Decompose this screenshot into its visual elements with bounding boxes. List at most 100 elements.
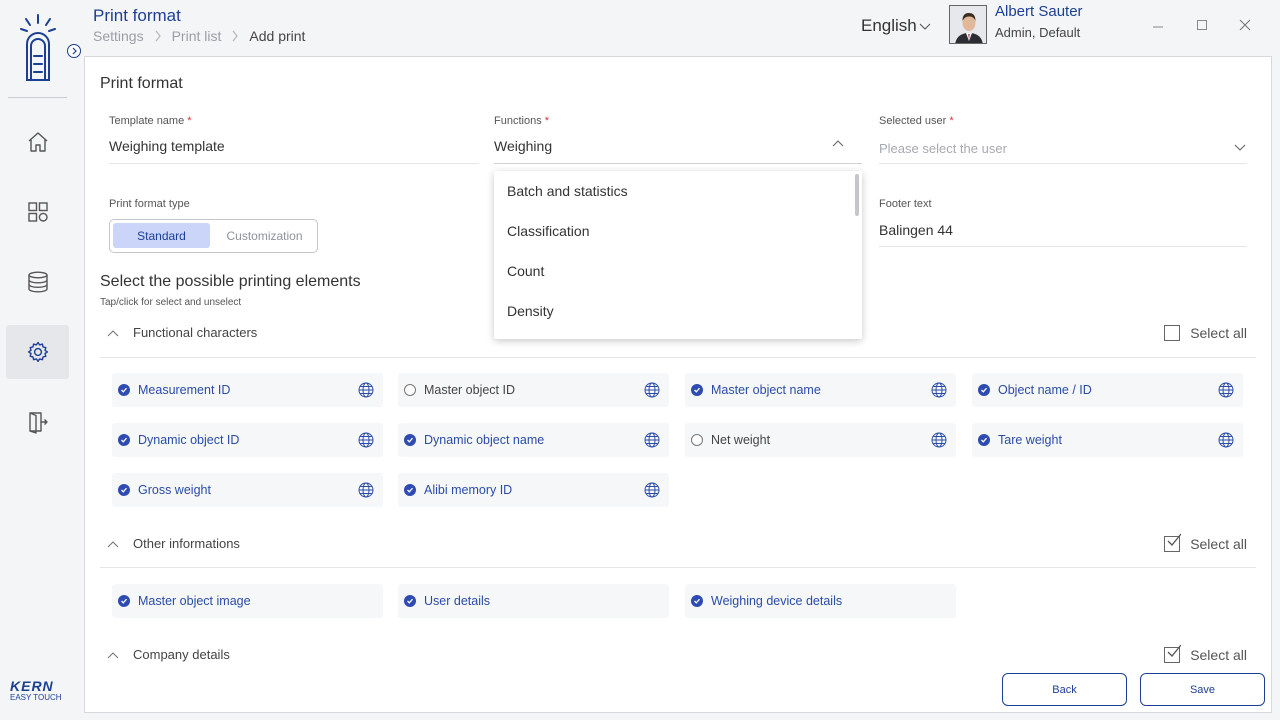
element-chip-label: Gross weight [138,483,211,497]
functions-underline [494,163,862,164]
template-name-input[interactable]: Weighing template [109,138,225,154]
translate-globe-icon[interactable] [357,381,375,399]
element-chip-object-name-id[interactable]: Object name / ID [972,373,1243,407]
brand-subtitle: EASY TOUCH [10,693,62,702]
element-chip-label: User details [424,594,490,608]
select-all-checkbox[interactable] [1164,325,1181,341]
group-header-other-informations[interactable]: Other informations [107,536,240,551]
breadcrumb-print-list[interactable]: Print list [172,28,222,44]
element-chip-master-object-id[interactable]: Master object ID [398,373,669,407]
dropdown-scrollbar[interactable] [855,174,859,216]
required-mark: * [544,115,550,127]
type-customization-option[interactable]: Customization [213,223,316,248]
nav-settings[interactable] [6,325,69,379]
element-chip-alibi-memory-id[interactable]: Alibi memory ID [398,473,669,507]
functions-option-count[interactable]: Count [494,251,862,291]
element-chip-dynamic-object-id[interactable]: Dynamic object ID [112,423,383,457]
user-name[interactable]: Albert Sauter [995,3,1083,20]
checkmark-icon [1167,533,1182,546]
required-mark: * [949,115,954,127]
nav-apps[interactable] [6,185,69,239]
select-all-label: Select all [1190,325,1247,341]
maximize-icon [1197,20,1207,30]
chevron-up-icon[interactable] [832,139,844,149]
chevron-up-icon [107,329,119,336]
select-all-label: Select all [1190,536,1247,552]
close-button[interactable] [1236,16,1254,34]
save-button[interactable]: Save [1140,673,1265,706]
logout-icon [28,412,48,434]
translate-globe-icon[interactable] [1217,431,1235,449]
select-all-other-informations[interactable]: Select all [1164,533,1247,552]
translate-globe-icon[interactable] [643,381,661,399]
element-chip-gross-weight[interactable]: Gross weight [112,473,383,507]
back-button[interactable]: Back [1002,673,1127,706]
select-all-checkbox[interactable] [1164,533,1182,552]
chevron-up-icon [107,651,119,658]
selected-check-icon [404,595,416,607]
minimize-button[interactable] [1149,16,1167,34]
unselected-circle-icon [691,434,703,446]
chevron-down-icon[interactable] [1234,142,1246,152]
element-chip-net-weight[interactable]: Net weight [685,423,956,457]
user-role: Admin, Default [995,25,1081,40]
gear-icon [27,341,48,362]
maximize-button[interactable] [1193,16,1211,34]
element-chip-master-object-name[interactable]: Master object name [685,373,956,407]
template-name-label-text: Template name [109,115,185,127]
avatar[interactable] [949,5,987,44]
element-chip-tare-weight[interactable]: Tare weight [972,423,1243,457]
translate-globe-icon[interactable] [930,381,948,399]
language-selector[interactable]: English [861,16,931,36]
breadcrumb-add-print: Add print [249,28,306,44]
selected-user-select[interactable]: Please select the user [879,141,1007,156]
selected-check-icon [118,434,130,446]
breadcrumb-settings[interactable]: Settings [93,28,144,44]
select-all-label: Select all [1190,647,1247,663]
functions-option-batch-statistics[interactable]: Batch and statistics [494,171,862,211]
select-all-company-details[interactable]: Select all [1164,644,1247,663]
selected-user-underline [879,163,1247,164]
translate-globe-icon[interactable] [1217,381,1235,399]
functions-option-classification[interactable]: Classification [494,211,862,251]
nav-logout[interactable] [6,395,69,449]
user-photo-icon [950,6,986,43]
group-divider [100,567,1256,568]
selected-check-icon [118,384,130,396]
type-standard-option[interactable]: Standard [113,223,210,248]
footer-text-input[interactable]: Balingen 44 [879,222,953,238]
element-chip-measurement-id[interactable]: Measurement ID [112,373,383,407]
sidebar: KERN EASY TOUCH [0,0,81,720]
element-chip-label: Measurement ID [138,383,231,397]
nav-home[interactable] [6,115,69,169]
selected-check-icon [118,484,130,496]
chevron-right-icon [155,30,161,42]
element-chip-label: Master object name [711,383,821,397]
footer-text-underline [879,246,1247,247]
element-chip-master-object-image[interactable]: Master object image [112,584,383,618]
chevron-down-icon [919,23,931,30]
element-chip-weighing-device-details[interactable]: Weighing device details [685,584,956,618]
select-all-functional-characters[interactable]: Select all [1164,325,1247,341]
nav-database[interactable] [6,255,69,309]
selected-check-icon [978,434,990,446]
group-header-company-details[interactable]: Company details [107,647,230,662]
translate-globe-icon[interactable] [930,431,948,449]
print-format-type-toggle: Standard Customization [109,219,318,253]
checkmark-icon [1167,644,1182,657]
translate-globe-icon[interactable] [357,481,375,499]
print-format-type-label: Print format type [109,198,190,210]
brand-logo: KERN EASY TOUCH [10,678,66,702]
element-chip-dynamic-object-name[interactable]: Dynamic object name [398,423,669,457]
translate-globe-icon[interactable] [643,481,661,499]
functions-select[interactable]: Weighing [494,138,552,154]
group-divider [100,357,1256,358]
translate-globe-icon[interactable] [357,431,375,449]
functions-option-density[interactable]: Density [494,291,862,331]
group-header-functional-characters[interactable]: Functional characters [107,325,257,340]
translate-globe-icon[interactable] [643,431,661,449]
functions-dropdown-menu: Batch and statistics Classification Coun… [494,171,862,339]
element-chip-user-details[interactable]: User details [398,584,669,618]
sidebar-divider [8,97,67,98]
select-all-checkbox[interactable] [1164,644,1182,663]
